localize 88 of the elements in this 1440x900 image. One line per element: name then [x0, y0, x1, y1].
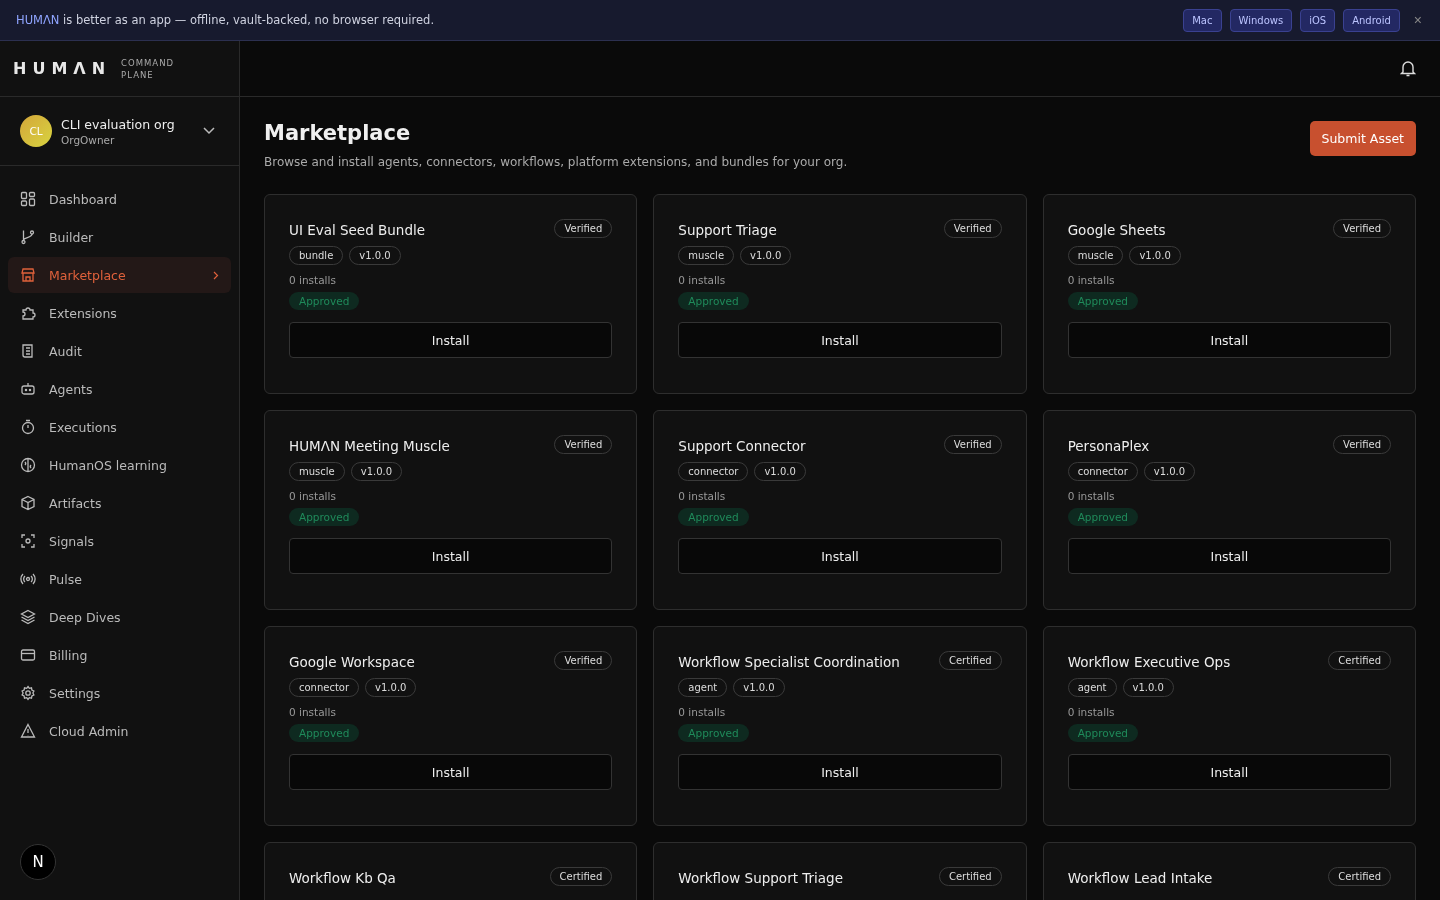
asset-title: Workflow Kb Qa: [289, 870, 396, 886]
gear-icon: [20, 685, 36, 701]
status-badge: Approved: [1067, 292, 1139, 310]
asset-title: Workflow Specialist Coordination: [678, 654, 900, 670]
org-avatar: CL: [20, 115, 52, 147]
chevron-right-icon: [213, 270, 219, 280]
warning-icon: [20, 723, 36, 739]
asset-title: Support Triage: [678, 222, 777, 238]
dashboard-icon: [20, 191, 36, 207]
platform-button[interactable]: Mac: [1183, 8, 1222, 32]
nav-item[interactable]: Settings: [8, 675, 231, 711]
install-count: 0 installs: [678, 274, 727, 286]
card-icon: [20, 647, 36, 663]
pulse-icon: [20, 571, 36, 587]
audit-icon: [20, 343, 36, 359]
platform-button[interactable]: Windows: [1229, 8, 1293, 32]
nav-item[interactable]: Builder: [8, 219, 231, 255]
install-count: 0 installs: [678, 490, 727, 502]
nav-item[interactable]: Marketplace: [8, 257, 231, 293]
status-badge: Approved: [289, 724, 360, 742]
asset-title: Google Workspace: [289, 654, 415, 670]
banner-message: HUMΛN is better as an app — offline, vault-backed, no browser required.: [16, 13, 435, 27]
nav-item[interactable]: Executions: [8, 409, 231, 445]
logo-subtitle: PLANE: [121, 68, 155, 81]
nav-item[interactable]: Cloud Admin: [8, 713, 231, 749]
signal-icon: [20, 533, 36, 549]
status-badge: Approved: [678, 724, 749, 742]
org-switcher[interactable]: CL CLI evaluation org OrgOwner: [0, 97, 239, 166]
asset-title: Support Connector: [678, 438, 806, 454]
store-icon: [20, 267, 36, 283]
install-count: 0 installs: [289, 274, 337, 286]
nav-item[interactable]: Extensions: [8, 295, 231, 331]
install-count: 0 installs: [678, 706, 727, 718]
submit-asset-button[interactable]: Submit Asset: [1309, 121, 1416, 156]
install-count: 0 installs: [289, 706, 337, 718]
platform-button[interactable]: iOS: [1300, 8, 1336, 32]
asset-title: Google Sheets: [1067, 222, 1166, 238]
asset-title: Workflow Lead Intake: [1067, 870, 1213, 886]
status-badge: Approved: [289, 292, 360, 310]
install-button[interactable]: Install: [289, 754, 613, 790]
close-button[interactable]: ×: [1411, 12, 1424, 28]
logo-subtitle: COMMAND: [121, 56, 175, 69]
builder-icon: [20, 229, 36, 245]
asset-title: PersonaPlex: [1067, 438, 1150, 454]
nav-item[interactable]: Dashboard: [8, 181, 231, 217]
status-badge: Approved: [678, 508, 749, 526]
install-count: 0 installs: [1067, 706, 1116, 718]
asset-title: Workflow Executive Ops: [1067, 654, 1231, 670]
platform-button[interactable]: Android: [1343, 8, 1400, 32]
nav-item[interactable]: Deep Dives: [8, 599, 231, 635]
status-badge: Approved: [289, 508, 360, 526]
chevron-down-icon: [203, 127, 215, 135]
asset-title: HUMΛN Meeting Muscle: [289, 438, 450, 454]
user-avatar[interactable]: N: [20, 844, 56, 880]
install-count: 0 installs: [1067, 490, 1116, 502]
install-count: 0 installs: [289, 490, 337, 502]
page-title: Marketplace: [264, 121, 412, 145]
asset-title: UI Eval Seed Bundle: [289, 222, 426, 238]
asset-title: Workflow Support Triage: [678, 870, 843, 886]
nav-item[interactable]: Artifacts: [8, 485, 231, 521]
nav-item[interactable]: HumanOS learning: [8, 447, 231, 483]
status-badge: Approved: [1067, 508, 1139, 526]
org-name: CLI evaluation org: [61, 116, 176, 132]
install-button[interactable]: Install: [289, 538, 613, 574]
org-role: OrgOwner: [61, 133, 116, 146]
install-button[interactable]: Install: [1067, 754, 1391, 790]
status-badge: Approved: [1067, 724, 1139, 742]
install-button[interactable]: Install: [678, 538, 1002, 574]
page-subtitle: Browse and install agents, connectors, workflows, platform extensions, and bundles for your org.: [264, 155, 848, 169]
status-badge: Approved: [678, 292, 749, 310]
puzzle-icon: [20, 305, 36, 321]
robot-icon: [20, 381, 36, 397]
nav-item[interactable]: Billing: [8, 637, 231, 673]
logo: HUMΛN: [13, 59, 112, 78]
install-button[interactable]: Install: [678, 322, 1002, 358]
install-count: 0 installs: [1067, 274, 1116, 286]
install-button[interactable]: Install: [1067, 538, 1391, 574]
nav-item[interactable]: Audit: [8, 333, 231, 369]
layers-icon: [20, 609, 36, 625]
notification-bell-icon[interactable]: [1400, 60, 1416, 77]
box-icon: [20, 495, 36, 511]
install-button[interactable]: Install: [678, 754, 1002, 790]
nav-item[interactable]: Signals: [8, 523, 231, 559]
install-button[interactable]: Install: [289, 322, 613, 358]
install-button[interactable]: Install: [1067, 322, 1391, 358]
nav-item[interactable]: Agents: [8, 371, 231, 407]
timer-icon: [20, 419, 36, 435]
nav-item[interactable]: Pulse: [8, 561, 231, 597]
